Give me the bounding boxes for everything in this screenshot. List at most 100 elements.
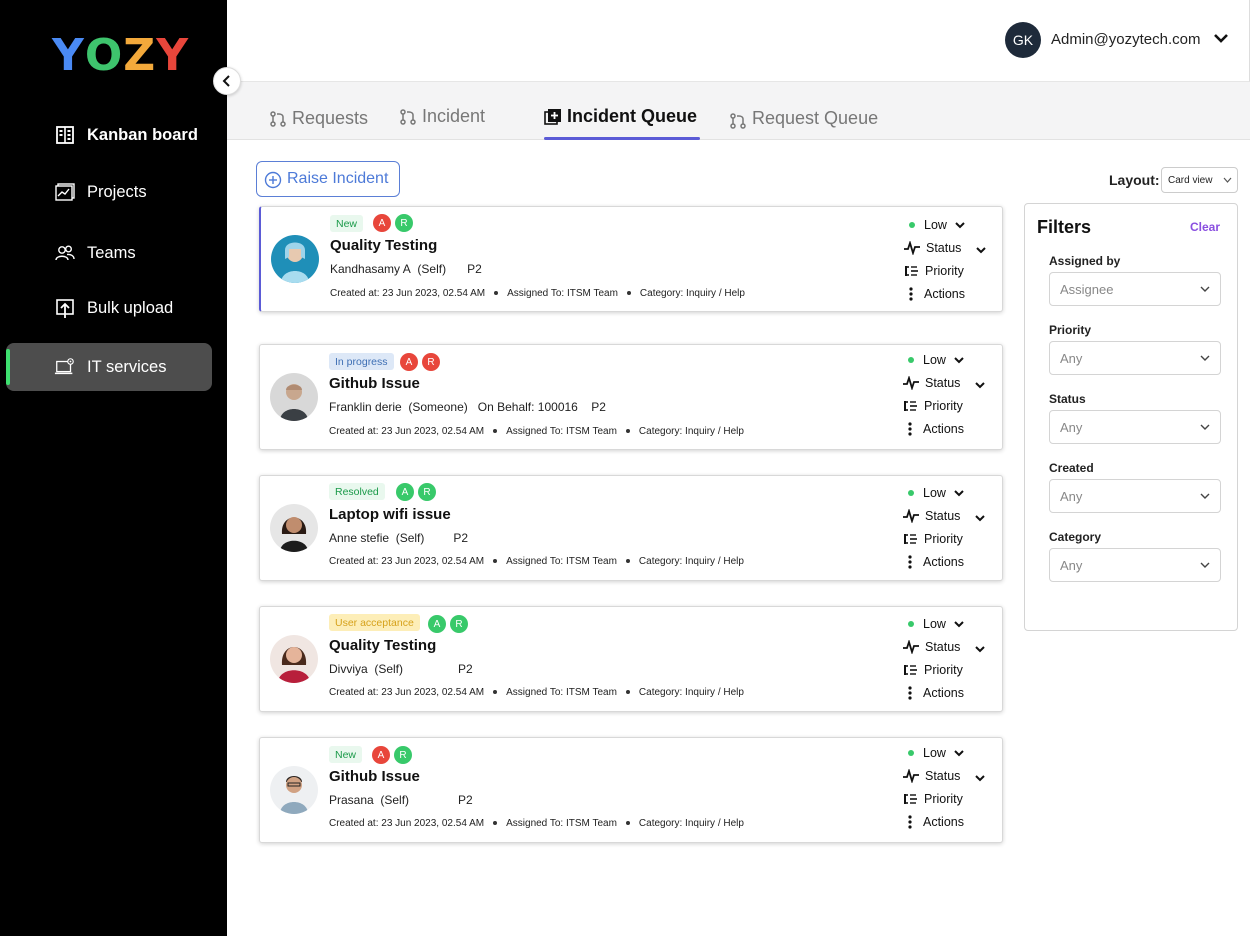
sidebar-item-label: Bulk upload (87, 298, 174, 317)
priority-dropdown[interactable]: Priority (903, 663, 963, 677)
chevron-down-icon (975, 514, 986, 521)
category: Category: Inquiry / Help (638, 426, 744, 437)
chevron-down-icon (954, 750, 964, 757)
requester-relation: (Self) (380, 793, 410, 807)
status-label: Status (925, 376, 961, 390)
card-meta: Created at: 23 Jun 2023, 02.54 AM Assigne… (330, 288, 745, 299)
priority-select[interactable]: Any (1049, 341, 1221, 375)
logo-letter-y: Y (52, 30, 85, 81)
category-select[interactable]: Any (1049, 548, 1221, 582)
it-services-icon (54, 358, 74, 375)
chevron-down-icon[interactable] (1213, 32, 1229, 46)
assignee-select[interactable]: Assignee (1049, 272, 1221, 306)
priority-dropdown[interactable]: Priority (903, 792, 963, 806)
status-dropdown[interactable]: Status (903, 769, 986, 783)
activity-icon (903, 376, 919, 390)
priority-label: Priority (925, 264, 964, 278)
clear-filters-button[interactable]: Clear (1190, 220, 1220, 234)
teams-icon (55, 245, 75, 261)
sidebar-item-label: Projects (87, 182, 147, 201)
priority-dropdown[interactable]: Priority (903, 399, 963, 413)
tab-incident[interactable]: Incident (399, 106, 485, 127)
tab-label: Incident (422, 106, 486, 126)
reporter-chip: R (422, 353, 440, 371)
requester-avatar (270, 635, 318, 683)
activity-icon (903, 509, 919, 523)
status-dropdown[interactable]: Status (903, 640, 986, 654)
sidebar-item-it-services[interactable]: IT services (6, 343, 212, 391)
level-dropdown[interactable]: Low (903, 746, 964, 760)
requester-avatar (270, 766, 318, 814)
top-bar: GK Admin@yozytech.com (227, 0, 1250, 82)
sidebar-item-projects[interactable]: Projects (6, 168, 212, 216)
chevron-down-icon (955, 222, 965, 229)
assignee-chip: A (396, 483, 414, 501)
created-select[interactable]: Any (1049, 479, 1221, 513)
level-dot (908, 357, 914, 363)
kebab-menu-icon (908, 555, 912, 569)
actions-menu[interactable]: Actions (903, 686, 964, 700)
sidebar-item-teams[interactable]: Teams (6, 229, 212, 277)
chevron-down-icon (954, 490, 964, 497)
incident-card[interactable]: New A R Github Issue Prasana (Self) P2 Cr… (259, 737, 1003, 843)
priority-dropdown[interactable]: Priority (904, 264, 964, 278)
tab-incident-queue[interactable]: Incident Queue (544, 106, 697, 127)
card-title[interactable]: Quality Testing (330, 237, 437, 254)
kebab-menu-icon (908, 422, 912, 436)
chevron-down-icon (1200, 424, 1210, 430)
status-badge: Resolved (329, 483, 385, 500)
status-dropdown[interactable]: Status (903, 376, 986, 390)
user-avatar[interactable]: GK (1005, 22, 1041, 58)
status-label: Status (926, 241, 962, 255)
assigned-to: Assigned To: ITSM Team (506, 818, 617, 829)
category: Category: Inquiry / Help (638, 687, 744, 698)
level-dropdown[interactable]: Low (903, 353, 964, 367)
level-dropdown[interactable]: Low (903, 486, 964, 500)
incident-card[interactable]: New A R Quality Testing Kandhasamy A (Se… (259, 206, 1003, 312)
projects-icon (55, 183, 75, 201)
filters-title: Filters (1037, 217, 1092, 237)
activity-icon (903, 769, 919, 783)
level-dropdown[interactable]: Low (903, 617, 964, 631)
raise-incident-button[interactable]: Raise Incident (256, 161, 400, 197)
tab-request-queue[interactable]: Request Queue (729, 106, 878, 130)
chevron-down-icon (1200, 493, 1210, 499)
card-title[interactable]: Github Issue (329, 768, 420, 785)
card-title[interactable]: Quality Testing (329, 637, 436, 654)
card-meta: Created at: 23 Jun 2023, 02.54 AM Assigne… (329, 687, 744, 698)
card-title[interactable]: Laptop wifi issue (329, 506, 451, 523)
level-label: Low (923, 486, 946, 500)
incident-card[interactable]: In progress A R Github Issue Franklin de… (259, 344, 1003, 450)
status-select[interactable]: Any (1049, 410, 1221, 444)
priority-dropdown[interactable]: Priority (903, 532, 963, 546)
status-dropdown[interactable]: Status (903, 509, 986, 523)
level-dot (908, 490, 914, 496)
card-requester: Kandhasamy A (Self) P2 (330, 262, 482, 276)
kebab-menu-icon (908, 815, 912, 829)
incident-card[interactable]: Resolved A R Laptop wifi issue Anne stef… (259, 475, 1003, 581)
status-dropdown[interactable]: Status (904, 241, 987, 255)
priority-code: P2 (591, 400, 606, 414)
chevron-down-icon (954, 357, 964, 364)
requester-avatar (270, 504, 318, 552)
actions-menu[interactable]: Actions (903, 555, 964, 569)
card-title[interactable]: Github Issue (329, 375, 420, 392)
layout-select[interactable]: Card view (1161, 167, 1238, 193)
requester-relation: (Self) (395, 531, 425, 545)
tab-requests[interactable]: Requests (269, 108, 368, 129)
user-email[interactable]: Admin@yozytech.com (1051, 31, 1200, 48)
sidebar-item-label: Teams (87, 243, 136, 262)
actions-menu[interactable]: Actions (903, 815, 964, 829)
status-label: Status (925, 640, 961, 654)
actions-menu[interactable]: Actions (903, 422, 964, 436)
actions-menu[interactable]: Actions (904, 287, 965, 301)
requester-relation: (Someone) (408, 400, 468, 414)
on-behalf: On Behalf: 100016 (477, 400, 578, 414)
status-badge: In progress (329, 353, 394, 370)
sidebar-item-kanban-board[interactable]: Kanban board (6, 111, 212, 159)
incident-card[interactable]: User acceptance A R Quality Testing Divv… (259, 606, 1003, 712)
chevron-down-icon (1200, 355, 1210, 361)
level-dropdown[interactable]: Low (904, 218, 965, 232)
sidebar-collapse-button[interactable] (213, 67, 241, 95)
sidebar-item-bulk-upload[interactable]: Bulk upload (6, 284, 212, 332)
